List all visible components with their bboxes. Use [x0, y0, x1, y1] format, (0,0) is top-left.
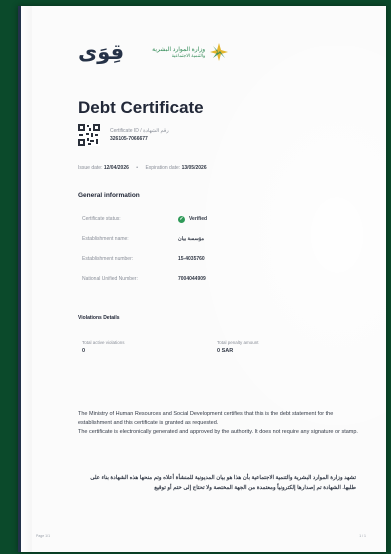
statement-paragraph: The Ministry of Human Resources and Soci… [78, 411, 334, 426]
info-row-establishment-name: Establishment name: مؤسسة بيان [82, 229, 362, 249]
ministry-logo-text: وزارة الموارد البشرية والتنمية الاجتماعي… [152, 46, 205, 59]
dates-row: Issue date: 12/04/2026 • Expiration date… [78, 165, 207, 171]
certificate-id-row: Certificate ID / رقم الشهادة 326105-7066… [78, 124, 169, 146]
ministry-logo-name-line1: وزارة الموارد البشرية [152, 46, 206, 53]
general-information-table: Certificate status: ✓ Verified Establish… [82, 209, 362, 289]
info-value: ✓ Verified [178, 215, 208, 223]
qiwa-logo: قِوَى [78, 40, 125, 64]
info-value: مؤسسة بيان [178, 236, 205, 242]
info-row-status: Certificate status: ✓ Verified [82, 209, 362, 229]
certificate-id-label: Certificate ID / رقم الشهادة [110, 128, 169, 134]
info-label: Establishment name: [82, 236, 129, 242]
general-information-heading: General information [78, 192, 140, 199]
expiration-date-value: 13/05/2026 [181, 165, 207, 171]
certification-statement-en: The Ministry of Human Resources and Soci… [78, 410, 366, 437]
status-badge: Verified [189, 216, 208, 222]
ministry-logo: وزارة الموارد البشرية والتنمية الاجتماعي… [152, 42, 229, 62]
expiration-date-label: Expiration date: [145, 165, 181, 171]
info-label: Certificate status: [82, 216, 121, 222]
issue-date-value: 12/04/2026 [103, 165, 129, 171]
penalty-amount: Total penalty amount 0 SAR [217, 340, 259, 354]
info-label: Establishment number: [82, 256, 134, 262]
info-value: 7004044909 [178, 276, 206, 282]
electronic-notice: The certificate is electronically genera… [78, 429, 358, 435]
footer-right: 1 / 1 [359, 534, 366, 538]
issue-date-label: Issue date: [78, 165, 103, 171]
qr-code-icon [78, 124, 100, 146]
active-violations: Total active violations 0 [82, 340, 125, 354]
info-row-unified-number: National Unified Number: 7004044909 [82, 269, 362, 289]
check-icon: ✓ [178, 215, 185, 223]
ministry-logo-name-line2: والتنمية الاجتماعية [171, 52, 206, 58]
penalty-amount-value: 0 SAR [217, 348, 234, 354]
info-value: 15-4035760 [178, 256, 205, 262]
info-row-establishment-number: Establishment number: 15-4035760 [82, 249, 362, 269]
separator-dot: • [136, 165, 139, 171]
footer-left: Page 1/1 [36, 534, 51, 538]
penalty-amount-label: Total penalty amount [217, 340, 259, 345]
active-violations-label: Total active violations [82, 340, 125, 345]
certificate-page: قِوَى وزارة الموارد البشرية والتنمية الا… [18, 6, 386, 552]
header-logos: قِوَى وزارة الموارد البشرية والتنمية الا… [78, 40, 229, 64]
certificate-id-block: Certificate ID / رقم الشهادة 326105-7066… [110, 128, 169, 142]
ministry-emblem-icon [210, 43, 229, 61]
certification-statement-ar: تشهد وزارة الموارد البشرية والتنمية الاج… [90, 475, 356, 491]
certificate-id-value: 326105-7066677 [110, 136, 148, 142]
active-violations-value: 0 [82, 348, 86, 354]
document-title: Debt Certificate [78, 98, 204, 117]
info-label: National Unified Number: [82, 276, 138, 282]
violations-heading: Violations Details [78, 315, 120, 321]
